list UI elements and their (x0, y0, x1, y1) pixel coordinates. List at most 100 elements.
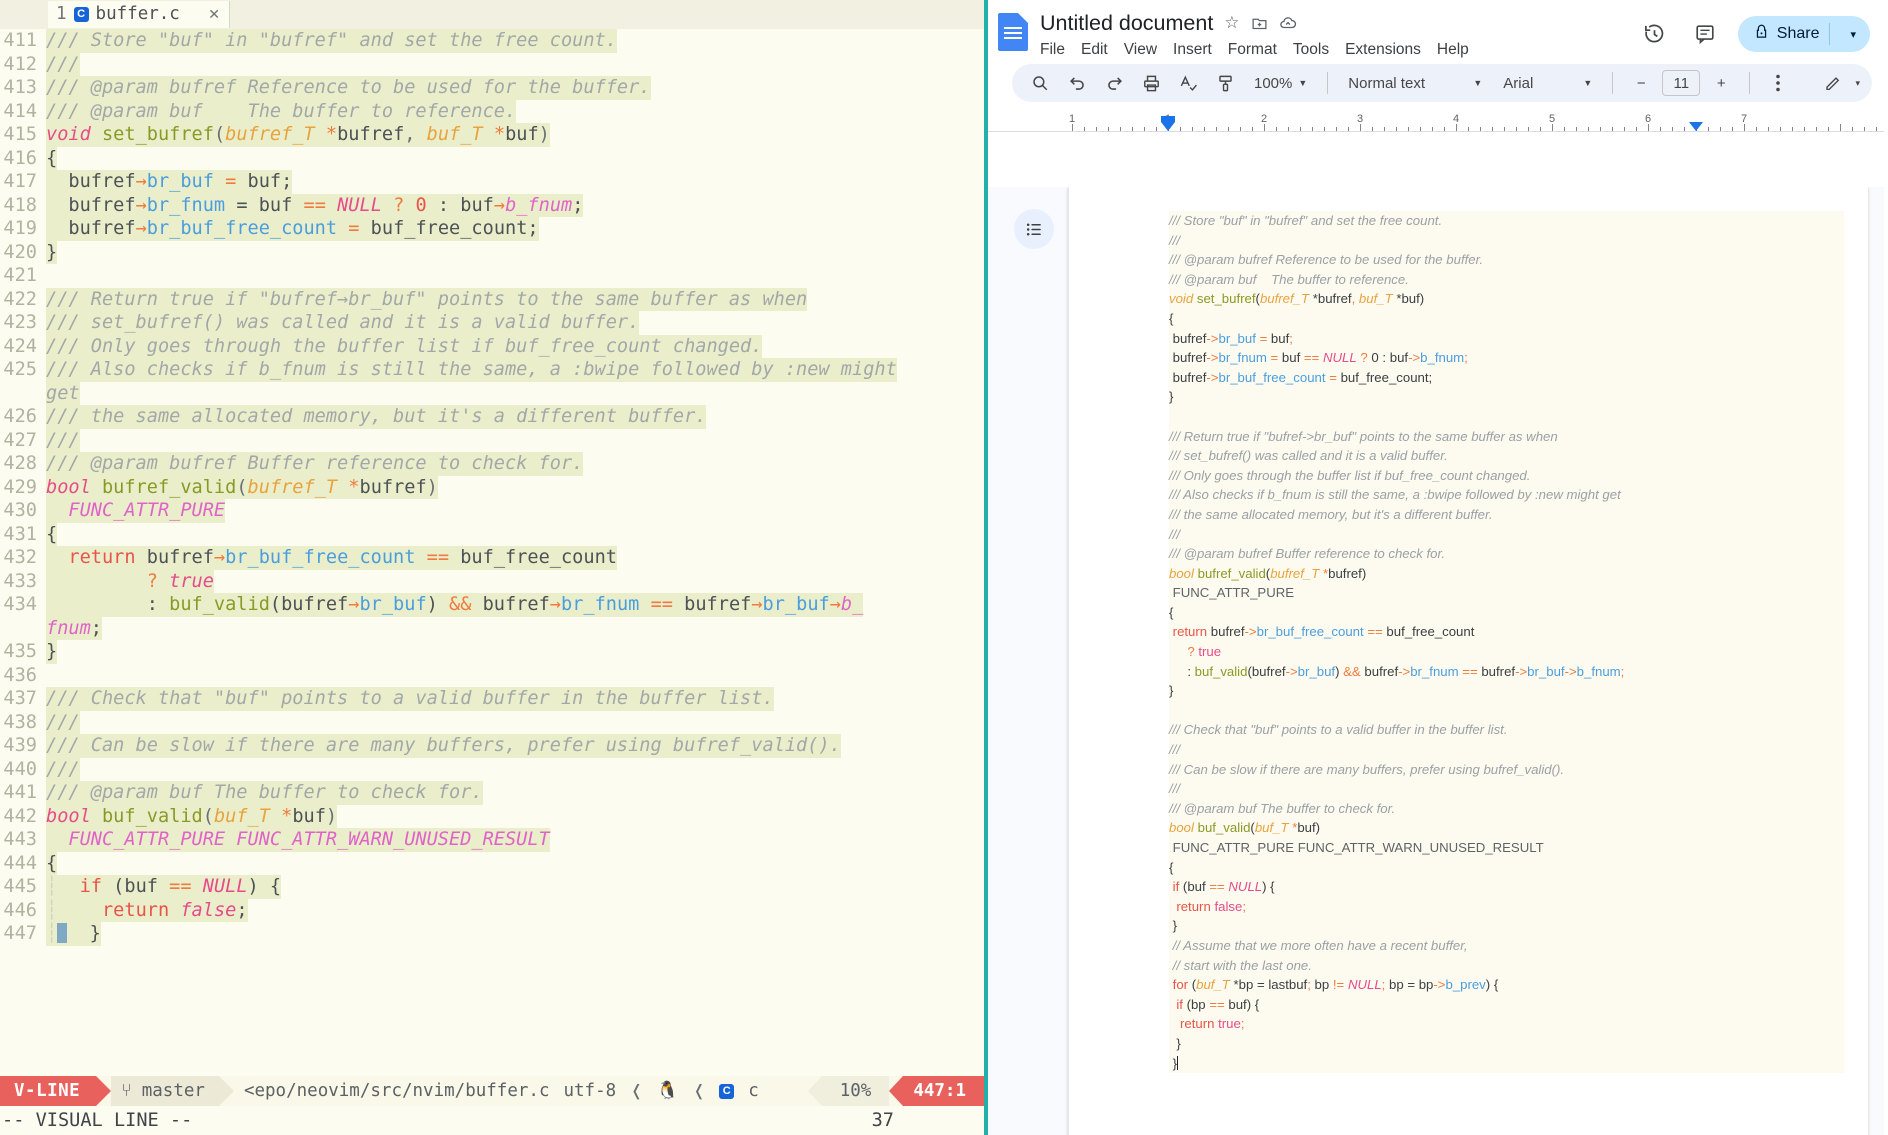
vim-line-number: 426 (3, 406, 37, 427)
ruler-tick (1132, 127, 1133, 131)
menu-tools[interactable]: Tools (1293, 41, 1329, 59)
vim-line[interactable]: 447 ┆ } (0, 922, 984, 946)
undo-icon[interactable] (1061, 67, 1093, 99)
chevron-down-icon-mode[interactable]: ▾ (1855, 78, 1860, 89)
vim-line[interactable]: 438 /// (0, 710, 984, 734)
docs-token: return (1180, 1016, 1215, 1032)
vim-line[interactable]: 431 { (0, 522, 984, 546)
font-selector[interactable]: Arial ▼ (1495, 75, 1600, 92)
print-icon[interactable] (1135, 67, 1167, 99)
menu-extensions[interactable]: Extensions (1345, 41, 1421, 59)
decrease-font-size-button[interactable]: − (1625, 67, 1657, 99)
move-to-folder-icon[interactable] (1251, 15, 1268, 32)
google-docs-window[interactable]: Untitled document ☆ File Edit View Inser… (988, 0, 1884, 1135)
docs-document-text[interactable]: /// Store "buf" in "bufref" and set the … (1169, 211, 1844, 1074)
menu-file[interactable]: File (1040, 41, 1065, 59)
vim-token: FUNC_ATTR_PURE FUNC_ATTR_WARN_UNUSED_RES… (46, 829, 550, 850)
menu-format[interactable]: Format (1228, 41, 1277, 59)
vim-line-number: 422 (3, 288, 37, 310)
vim-tab-buffer-c[interactable]: 1 C buffer.c ✕ (48, 1, 231, 28)
vim-line[interactable]: 418 bufref→br_fnum = buf == NULL ? 0 : b… (0, 193, 984, 217)
vim-line[interactable]: 446 ┆ return false; (0, 898, 984, 922)
docs-line: } (1169, 681, 1844, 701)
docs-token: buf (1278, 350, 1304, 366)
document-outline-icon[interactable] (1014, 209, 1054, 249)
docs-page-1[interactable]: /// Store "buf" in "bufref" and set the … (1068, 187, 1868, 1135)
version-history-icon[interactable] (1638, 17, 1672, 51)
vim-line[interactable]: 420} (0, 240, 984, 264)
zoom-selector[interactable]: 100% ▼ (1246, 75, 1315, 92)
vim-mode-indicator: V-LINE (0, 1076, 97, 1106)
docs-menubar[interactable]: File Edit View Insert Format Tools Exten… (1040, 41, 1626, 59)
vim-line[interactable]: 430 FUNC_ATTR_PURE (0, 499, 984, 523)
vim-line[interactable]: 444 { (0, 851, 984, 875)
left-indent-marker[interactable] (1161, 116, 1175, 122)
vim-line[interactable]: 443 FUNC_ATTR_PURE FUNC_ATTR_WARN_UNUSED… (0, 828, 984, 852)
vim-line[interactable]: 432 return bufref→br_buf_free_count == b… (0, 546, 984, 570)
vim-token: → (493, 194, 506, 216)
share-button[interactable]: Share ▾ (1737, 16, 1870, 52)
star-icon[interactable]: ☆ (1224, 13, 1239, 33)
vim-line[interactable]: 424 /// Only goes through the buffer list… (0, 334, 984, 358)
vim-line[interactable]: 412 /// (0, 52, 984, 76)
vim-line[interactable]: 419 bufref→br_buf_free_count = buf_free_… (0, 217, 984, 241)
vim-line[interactable]: 415 void set_bufref(bufref_T *bufref, buf… (0, 123, 984, 147)
right-indent-marker[interactable] (1689, 122, 1703, 131)
docs-toolbar[interactable]: 100% ▼ Normal text ▼ Arial ▼ − 11 + ▾ (1012, 64, 1872, 102)
vim-token: get (46, 382, 80, 404)
font-size-input[interactable]: 11 (1662, 70, 1701, 96)
vim-line[interactable]: 414 /// @param buf The buffer to referenc… (0, 99, 984, 123)
vim-line[interactable]: 441 /// @param buf The buffer to check fo… (0, 781, 984, 805)
vim-line[interactable]: 436 (0, 664, 984, 688)
vim-command-line[interactable]: -- VISUAL LINE -- 37 (0, 1106, 984, 1135)
vim-line[interactable]: 425 /// Also checks if b_fnum is still th… (0, 358, 984, 382)
google-docs-icon[interactable] (998, 13, 1028, 51)
vim-line[interactable]: 423 /// set_bufref() was called and it is… (0, 311, 984, 335)
vim-line[interactable]: 440 /// (0, 757, 984, 781)
vim-line[interactable]: 433 ? true (0, 569, 984, 593)
document-title[interactable]: Untitled document (1040, 11, 1213, 36)
open-comment-history-icon[interactable] (1688, 17, 1722, 51)
vim-wrapped-line[interactable]: fnum; (0, 616, 984, 640)
vim-buffer-text[interactable]: 411 /// Store "buf" in "bufref" and set t… (0, 29, 984, 1060)
menu-insert[interactable]: Insert (1173, 41, 1212, 59)
menu-help[interactable]: Help (1437, 41, 1469, 59)
search-icon[interactable] (1024, 67, 1056, 99)
first-line-indent-marker[interactable] (1161, 122, 1175, 131)
vim-line[interactable]: 428 /// @param bufref Buffer reference to… (0, 452, 984, 476)
editing-mode-pencil-icon[interactable] (1816, 66, 1850, 100)
vim-line[interactable]: 422 /// Return true if "bufref→br_buf" po… (0, 287, 984, 311)
vim-line[interactable]: 426 /// the same allocated memory, but it… (0, 405, 984, 429)
vim-line[interactable]: 442 bool buf_valid(buf_T *buf) (0, 804, 984, 828)
vim-line[interactable]: 413 /// @param bufref Reference to be use… (0, 76, 984, 100)
neovim-window[interactable]: 1 C buffer.c ✕ 411 /// Store "buf" in "bu… (0, 0, 988, 1135)
increase-font-size-button[interactable]: + (1705, 67, 1737, 99)
vim-line[interactable]: 427 /// (0, 428, 984, 452)
docs-token: void (1169, 291, 1194, 307)
vim-line[interactable]: 411 /// Store "buf" in "bufref" and set t… (0, 29, 984, 53)
close-icon[interactable]: ✕ (209, 4, 220, 24)
paragraph-style-selector[interactable]: Normal text ▼ (1340, 75, 1490, 92)
docs-line: { (1169, 602, 1844, 623)
vim-line[interactable]: 421 (0, 264, 984, 288)
more-options-icon[interactable] (1762, 67, 1794, 99)
vim-line[interactable]: 434 : buf_valid(bufref→br_buf) && bufref… (0, 593, 984, 617)
menu-view[interactable]: View (1124, 41, 1157, 59)
redo-icon[interactable] (1098, 67, 1130, 99)
vim-line[interactable]: 429 bool bufref_valid(bufref_T *bufref) (0, 475, 984, 499)
docs-canvas[interactable]: /// Store "buf" in "bufref" and set the … (988, 187, 1884, 1135)
vim-line[interactable]: 439 /// Can be slow if there are many buf… (0, 734, 984, 758)
chevron-down-icon[interactable]: ▾ (1840, 28, 1866, 41)
paragraph-style-value: Normal text (1348, 74, 1425, 92)
menu-edit[interactable]: Edit (1081, 41, 1108, 59)
vim-line[interactable]: 445 ┆ if (buf == NULL) { (0, 875, 984, 899)
cloud-saved-icon[interactable] (1279, 14, 1297, 32)
vim-line[interactable]: 417 bufref→br_buf = buf; (0, 170, 984, 194)
vim-line[interactable]: 435} (0, 640, 984, 664)
spellcheck-icon[interactable] (1172, 67, 1204, 99)
vim-line[interactable]: 437 /// Check that "buf" points to a vali… (0, 687, 984, 711)
docs-ruler[interactable]: 11234567 (988, 110, 1884, 132)
paint-format-icon[interactable] (1209, 67, 1241, 99)
vim-line[interactable]: 416 { (0, 146, 984, 170)
vim-wrapped-line[interactable]: get (0, 381, 984, 405)
